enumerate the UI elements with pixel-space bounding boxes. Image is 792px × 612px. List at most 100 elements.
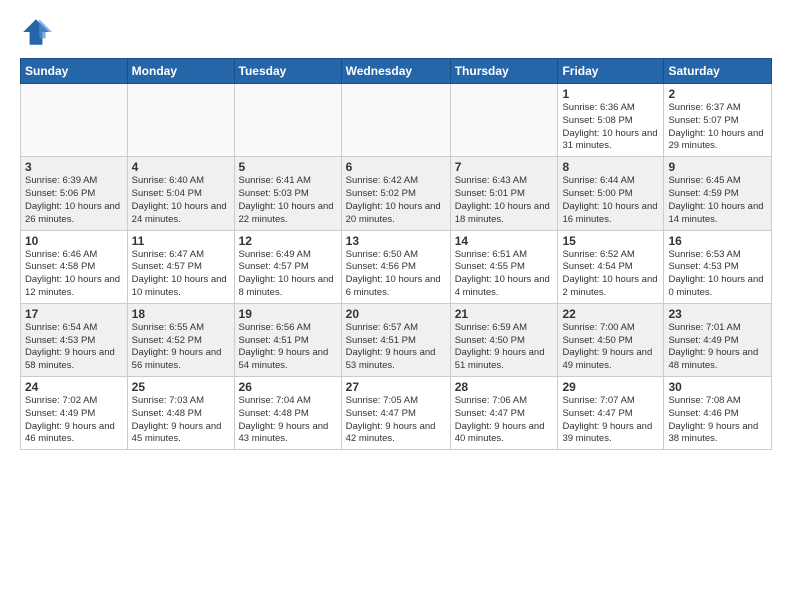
day-info: Sunrise: 6:53 AM Sunset: 4:53 PM Dayligh… — [668, 249, 767, 300]
calendar-cell: 29Sunrise: 7:07 AM Sunset: 4:47 PM Dayli… — [558, 377, 664, 450]
calendar-cell: 13Sunrise: 6:50 AM Sunset: 4:56 PM Dayli… — [341, 230, 450, 303]
calendar-cell: 10Sunrise: 6:46 AM Sunset: 4:58 PM Dayli… — [21, 230, 128, 303]
calendar-cell: 4Sunrise: 6:40 AM Sunset: 5:04 PM Daylig… — [127, 157, 234, 230]
calendar-cell: 25Sunrise: 7:03 AM Sunset: 4:48 PM Dayli… — [127, 377, 234, 450]
calendar-week-4: 24Sunrise: 7:02 AM Sunset: 4:49 PM Dayli… — [21, 377, 772, 450]
day-number: 30 — [668, 380, 767, 394]
day-info: Sunrise: 6:37 AM Sunset: 5:07 PM Dayligh… — [668, 102, 767, 153]
calendar-cell: 8Sunrise: 6:44 AM Sunset: 5:00 PM Daylig… — [558, 157, 664, 230]
calendar-cell: 26Sunrise: 7:04 AM Sunset: 4:48 PM Dayli… — [234, 377, 341, 450]
day-info: Sunrise: 7:03 AM Sunset: 4:48 PM Dayligh… — [132, 395, 230, 446]
day-number: 15 — [562, 234, 659, 248]
calendar-cell: 15Sunrise: 6:52 AM Sunset: 4:54 PM Dayli… — [558, 230, 664, 303]
calendar-cell: 19Sunrise: 6:56 AM Sunset: 4:51 PM Dayli… — [234, 303, 341, 376]
calendar-week-0: 1Sunrise: 6:36 AM Sunset: 5:08 PM Daylig… — [21, 84, 772, 157]
calendar-week-1: 3Sunrise: 6:39 AM Sunset: 5:06 PM Daylig… — [21, 157, 772, 230]
day-number: 22 — [562, 307, 659, 321]
day-number: 8 — [562, 160, 659, 174]
header — [20, 16, 772, 48]
day-info: Sunrise: 6:45 AM Sunset: 4:59 PM Dayligh… — [668, 175, 767, 226]
day-info: Sunrise: 6:56 AM Sunset: 4:51 PM Dayligh… — [239, 322, 337, 373]
day-number: 3 — [25, 160, 123, 174]
calendar-cell: 23Sunrise: 7:01 AM Sunset: 4:49 PM Dayli… — [664, 303, 772, 376]
day-info: Sunrise: 6:54 AM Sunset: 4:53 PM Dayligh… — [25, 322, 123, 373]
calendar-cell: 17Sunrise: 6:54 AM Sunset: 4:53 PM Dayli… — [21, 303, 128, 376]
day-number: 23 — [668, 307, 767, 321]
day-number: 12 — [239, 234, 337, 248]
calendar-cell: 1Sunrise: 6:36 AM Sunset: 5:08 PM Daylig… — [558, 84, 664, 157]
day-info: Sunrise: 6:41 AM Sunset: 5:03 PM Dayligh… — [239, 175, 337, 226]
calendar-cell — [21, 84, 128, 157]
day-number: 25 — [132, 380, 230, 394]
day-number: 28 — [455, 380, 554, 394]
calendar-cell: 16Sunrise: 6:53 AM Sunset: 4:53 PM Dayli… — [664, 230, 772, 303]
day-number: 24 — [25, 380, 123, 394]
day-info: Sunrise: 6:43 AM Sunset: 5:01 PM Dayligh… — [455, 175, 554, 226]
calendar-cell: 21Sunrise: 6:59 AM Sunset: 4:50 PM Dayli… — [450, 303, 558, 376]
day-number: 29 — [562, 380, 659, 394]
day-info: Sunrise: 6:42 AM Sunset: 5:02 PM Dayligh… — [346, 175, 446, 226]
logo-icon — [20, 16, 52, 48]
col-header-tuesday: Tuesday — [234, 59, 341, 84]
day-info: Sunrise: 7:04 AM Sunset: 4:48 PM Dayligh… — [239, 395, 337, 446]
calendar-cell: 28Sunrise: 7:06 AM Sunset: 4:47 PM Dayli… — [450, 377, 558, 450]
day-info: Sunrise: 7:08 AM Sunset: 4:46 PM Dayligh… — [668, 395, 767, 446]
day-info: Sunrise: 6:46 AM Sunset: 4:58 PM Dayligh… — [25, 249, 123, 300]
day-info: Sunrise: 6:39 AM Sunset: 5:06 PM Dayligh… — [25, 175, 123, 226]
logo — [20, 16, 56, 48]
day-number: 7 — [455, 160, 554, 174]
calendar-cell: 27Sunrise: 7:05 AM Sunset: 4:47 PM Dayli… — [341, 377, 450, 450]
day-number: 26 — [239, 380, 337, 394]
calendar-cell: 5Sunrise: 6:41 AM Sunset: 5:03 PM Daylig… — [234, 157, 341, 230]
col-header-saturday: Saturday — [664, 59, 772, 84]
day-info: Sunrise: 6:40 AM Sunset: 5:04 PM Dayligh… — [132, 175, 230, 226]
day-number: 21 — [455, 307, 554, 321]
day-info: Sunrise: 6:52 AM Sunset: 4:54 PM Dayligh… — [562, 249, 659, 300]
day-info: Sunrise: 6:44 AM Sunset: 5:00 PM Dayligh… — [562, 175, 659, 226]
day-info: Sunrise: 7:05 AM Sunset: 4:47 PM Dayligh… — [346, 395, 446, 446]
calendar-cell — [341, 84, 450, 157]
day-info: Sunrise: 6:59 AM Sunset: 4:50 PM Dayligh… — [455, 322, 554, 373]
day-info: Sunrise: 6:36 AM Sunset: 5:08 PM Dayligh… — [562, 102, 659, 153]
calendar-cell: 11Sunrise: 6:47 AM Sunset: 4:57 PM Dayli… — [127, 230, 234, 303]
day-number: 5 — [239, 160, 337, 174]
calendar: SundayMondayTuesdayWednesdayThursdayFrid… — [20, 58, 772, 450]
calendar-cell: 20Sunrise: 6:57 AM Sunset: 4:51 PM Dayli… — [341, 303, 450, 376]
day-number: 17 — [25, 307, 123, 321]
col-header-wednesday: Wednesday — [341, 59, 450, 84]
day-number: 18 — [132, 307, 230, 321]
day-info: Sunrise: 6:57 AM Sunset: 4:51 PM Dayligh… — [346, 322, 446, 373]
day-info: Sunrise: 7:02 AM Sunset: 4:49 PM Dayligh… — [25, 395, 123, 446]
calendar-cell: 7Sunrise: 6:43 AM Sunset: 5:01 PM Daylig… — [450, 157, 558, 230]
calendar-cell: 24Sunrise: 7:02 AM Sunset: 4:49 PM Dayli… — [21, 377, 128, 450]
day-info: Sunrise: 6:50 AM Sunset: 4:56 PM Dayligh… — [346, 249, 446, 300]
day-number: 13 — [346, 234, 446, 248]
day-info: Sunrise: 7:06 AM Sunset: 4:47 PM Dayligh… — [455, 395, 554, 446]
calendar-week-3: 17Sunrise: 6:54 AM Sunset: 4:53 PM Dayli… — [21, 303, 772, 376]
calendar-cell: 2Sunrise: 6:37 AM Sunset: 5:07 PM Daylig… — [664, 84, 772, 157]
day-number: 9 — [668, 160, 767, 174]
calendar-cell — [450, 84, 558, 157]
day-number: 2 — [668, 87, 767, 101]
day-number: 1 — [562, 87, 659, 101]
day-number: 6 — [346, 160, 446, 174]
calendar-cell: 22Sunrise: 7:00 AM Sunset: 4:50 PM Dayli… — [558, 303, 664, 376]
day-number: 20 — [346, 307, 446, 321]
calendar-cell — [234, 84, 341, 157]
col-header-sunday: Sunday — [21, 59, 128, 84]
calendar-cell: 3Sunrise: 6:39 AM Sunset: 5:06 PM Daylig… — [21, 157, 128, 230]
day-info: Sunrise: 6:51 AM Sunset: 4:55 PM Dayligh… — [455, 249, 554, 300]
calendar-header-row: SundayMondayTuesdayWednesdayThursdayFrid… — [21, 59, 772, 84]
day-info: Sunrise: 6:55 AM Sunset: 4:52 PM Dayligh… — [132, 322, 230, 373]
day-number: 16 — [668, 234, 767, 248]
day-info: Sunrise: 7:00 AM Sunset: 4:50 PM Dayligh… — [562, 322, 659, 373]
calendar-cell: 14Sunrise: 6:51 AM Sunset: 4:55 PM Dayli… — [450, 230, 558, 303]
day-number: 19 — [239, 307, 337, 321]
day-number: 4 — [132, 160, 230, 174]
calendar-cell: 18Sunrise: 6:55 AM Sunset: 4:52 PM Dayli… — [127, 303, 234, 376]
day-info: Sunrise: 7:07 AM Sunset: 4:47 PM Dayligh… — [562, 395, 659, 446]
day-number: 11 — [132, 234, 230, 248]
calendar-cell: 30Sunrise: 7:08 AM Sunset: 4:46 PM Dayli… — [664, 377, 772, 450]
day-info: Sunrise: 7:01 AM Sunset: 4:49 PM Dayligh… — [668, 322, 767, 373]
col-header-monday: Monday — [127, 59, 234, 84]
